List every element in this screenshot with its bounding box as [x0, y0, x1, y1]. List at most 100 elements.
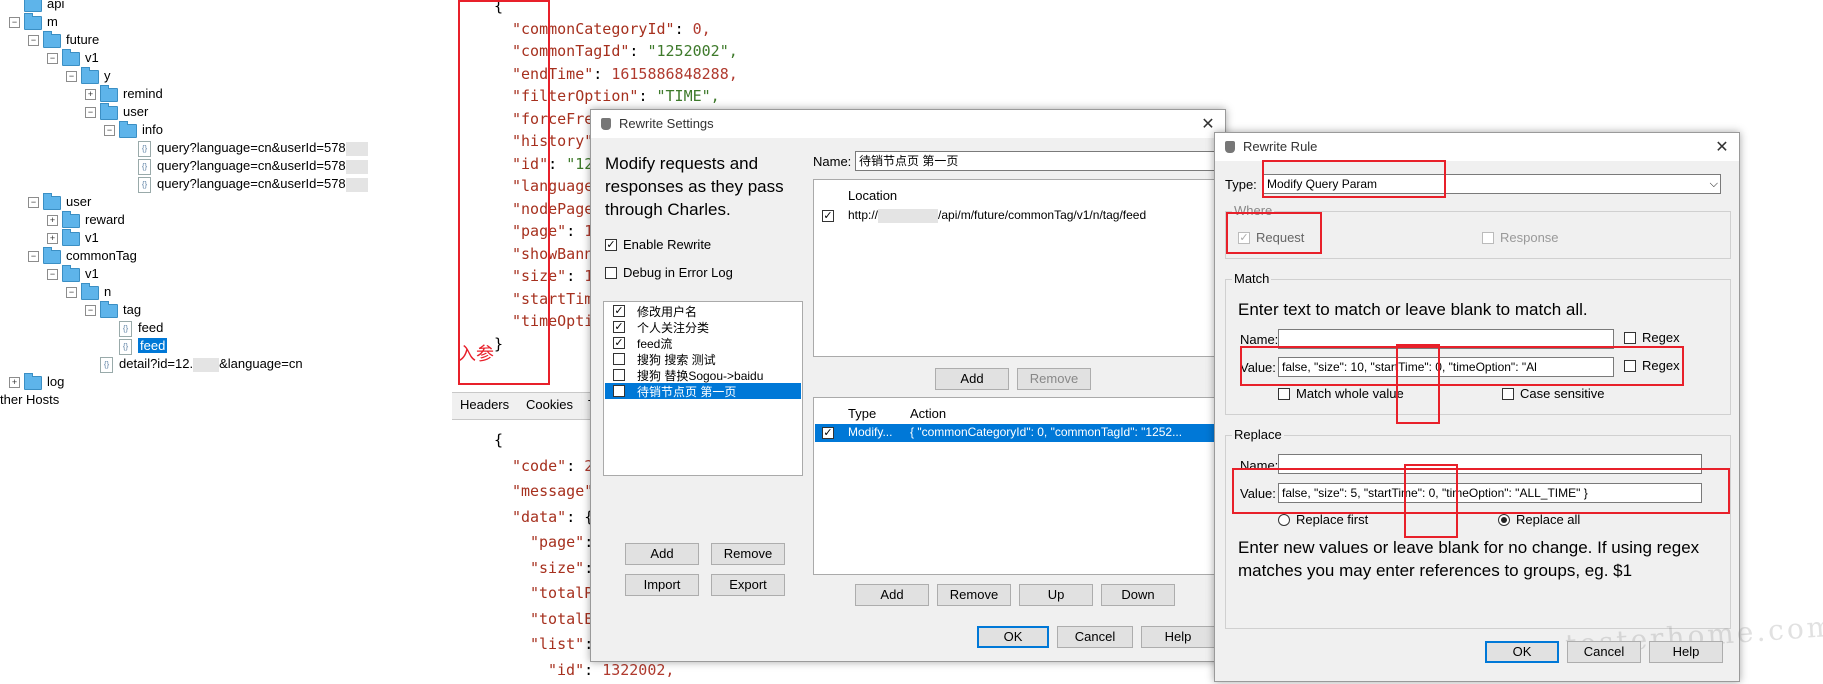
match-value-regex-checkbox[interactable]	[1624, 360, 1636, 372]
rule-checkbox[interactable]	[822, 427, 834, 439]
collapse-icon[interactable]: −	[28, 251, 39, 263]
tree-node[interactable]: {} feed	[104, 319, 163, 337]
match-whole-checkbox[interactable]	[1278, 388, 1290, 400]
tree-node[interactable]: − y	[66, 66, 111, 85]
rewrite-set-checkbox[interactable]	[613, 305, 625, 317]
rewrite-set-item[interactable]: 修改用户名	[605, 303, 801, 319]
redacted-id	[193, 357, 220, 372]
rewrite-set-item[interactable]: 待销节点页 第一页	[605, 383, 801, 399]
case-sensitive-checkbox[interactable]	[1502, 388, 1514, 400]
collapse-icon[interactable]: −	[28, 197, 39, 209]
location-checkbox[interactable]	[822, 210, 834, 222]
replace-first-radio[interactable]	[1278, 514, 1290, 526]
tree-node[interactable]: + v1	[47, 228, 99, 247]
rule-ok-button[interactable]: OK	[1485, 641, 1559, 663]
set-name-input[interactable]: 待销节点页 第一页	[855, 151, 1221, 171]
request-checkbox[interactable]	[1238, 232, 1250, 244]
tree-node[interactable]: − v1	[47, 264, 99, 283]
tree-node[interactable]: + remind	[85, 84, 163, 103]
collapse-icon[interactable]: −	[85, 107, 96, 119]
match-name-regex-checkbox[interactable]	[1624, 332, 1636, 344]
tree-node[interactable]: ther Hosts	[0, 391, 59, 409]
rewrite-set-checkbox[interactable]	[613, 369, 625, 381]
rewrite-set-item[interactable]: 个人关注分类	[605, 319, 801, 335]
response-checkbox[interactable]	[1482, 232, 1494, 244]
tree-node[interactable]: {} detail?id=12. &language=cn	[85, 355, 303, 373]
json-key: "nodePage"	[512, 199, 603, 218]
tab-cookies[interactable]: Cookies	[526, 397, 573, 412]
tree-node[interactable]: − user	[28, 192, 91, 211]
tree-node[interactable]: {} query?language=cn&userId=578	[123, 157, 368, 175]
collapse-icon[interactable]: −	[66, 287, 77, 299]
tab-headers[interactable]: Headers	[460, 397, 509, 412]
sets-add-button[interactable]: Add	[625, 543, 699, 565]
tree-node[interactable]: api	[9, 0, 64, 13]
tree-node[interactable]: {} feed	[104, 337, 168, 355]
replace-all-radio[interactable]	[1498, 514, 1510, 526]
tree-node[interactable]: − commonTag	[28, 246, 137, 265]
tree-node[interactable]: − info	[104, 120, 163, 139]
sets-remove-button[interactable]: Remove	[711, 543, 785, 565]
rule-down-button[interactable]: Down	[1101, 584, 1175, 606]
location-url[interactable]: http:// /api/m/future/commonTag/v1/n/tag/…	[848, 208, 1146, 223]
enable-rewrite-checkbox[interactable]	[605, 239, 617, 251]
rewrite-rule-titlebar: Rewrite Rule ✕	[1215, 133, 1739, 161]
collapse-icon[interactable]: −	[28, 35, 39, 47]
settings-ok-button[interactable]: OK	[977, 626, 1049, 648]
folder-icon	[100, 102, 118, 120]
rewrite-set-checkbox[interactable]	[613, 353, 625, 365]
folder-icon	[24, 372, 42, 390]
rule-action: { "commonCategoryId": 0, "commonTagId": …	[910, 425, 1183, 439]
close-icon[interactable]: ✕	[1713, 137, 1731, 157]
expand-icon[interactable]: +	[47, 215, 58, 227]
rewrite-set-label: 个人关注分类	[637, 321, 710, 335]
tree-node[interactable]: − v1	[47, 48, 99, 67]
json-key: "commonTagId"	[512, 42, 630, 60]
rewrite-set-checkbox[interactable]	[613, 385, 625, 397]
collapse-icon[interactable]: −	[47, 269, 58, 281]
expand-icon[interactable]: +	[9, 377, 20, 389]
match-value-input[interactable]: false, "size": 10, "startTime": 0, "time…	[1278, 357, 1614, 377]
collapse-icon[interactable]: −	[47, 53, 58, 65]
replace-name-input[interactable]	[1278, 454, 1702, 474]
tree-node[interactable]: {} query?language=cn&userId=578	[123, 139, 368, 157]
tree-node[interactable]: + reward	[47, 210, 125, 229]
location-add-button[interactable]: Add	[935, 368, 1009, 390]
expand-icon[interactable]: +	[47, 233, 58, 245]
rule-remove-button[interactable]: Remove	[937, 584, 1011, 606]
tree-node[interactable]: {} query?language=cn&userId=578	[123, 175, 368, 193]
location-remove-button[interactable]: Remove	[1017, 368, 1091, 390]
tree-node[interactable]: − user	[85, 102, 148, 121]
expand-icon[interactable]: +	[85, 89, 96, 101]
tree-node[interactable]: + log	[9, 372, 64, 391]
collapse-icon[interactable]: −	[85, 305, 96, 317]
debug-log-checkbox[interactable]	[605, 267, 617, 279]
rewrite-set-checkbox[interactable]	[613, 337, 625, 349]
tree-node[interactable]: − n	[66, 282, 111, 301]
rule-up-button[interactable]: Up	[1019, 584, 1093, 606]
type-select[interactable]: Modify Query Param ⌵	[1263, 174, 1721, 194]
rule-add-button[interactable]: Add	[855, 584, 929, 606]
rewrite-set-item[interactable]: 搜狗 替换Sogou->baidu	[605, 367, 801, 383]
rewrite-set-item[interactable]: 搜狗 搜索 测试	[605, 351, 801, 367]
tree-node[interactable]: − tag	[85, 300, 141, 319]
rule-row-selected[interactable]: Modify... { "commonCategoryId": 0, "comm…	[815, 424, 1219, 442]
json-value: 1322002,	[602, 660, 675, 679]
match-name-input[interactable]	[1278, 329, 1614, 349]
tree-node[interactable]: − future	[28, 30, 99, 49]
collapse-icon[interactable]: −	[9, 17, 20, 29]
collapse-icon[interactable]: −	[66, 71, 77, 83]
sets-export-button[interactable]: Export	[711, 574, 785, 596]
rewrite-set-checkbox[interactable]	[613, 321, 625, 333]
tree-node-label: v1	[85, 230, 99, 245]
settings-help-button[interactable]: Help	[1141, 626, 1215, 648]
tree-node[interactable]: − m	[9, 12, 58, 31]
rewrite-set-item[interactable]: feed流	[605, 335, 801, 351]
settings-cancel-button[interactable]: Cancel	[1057, 626, 1133, 648]
collapse-icon[interactable]: −	[104, 125, 115, 137]
sets-import-button[interactable]: Import	[625, 574, 699, 596]
rule-help-button[interactable]: Help	[1649, 641, 1723, 663]
replace-value-input[interactable]: false, "size": 5, "startTime": 0, "timeO…	[1278, 483, 1702, 503]
rule-cancel-button[interactable]: Cancel	[1567, 641, 1641, 663]
close-icon[interactable]: ✕	[1199, 114, 1217, 134]
